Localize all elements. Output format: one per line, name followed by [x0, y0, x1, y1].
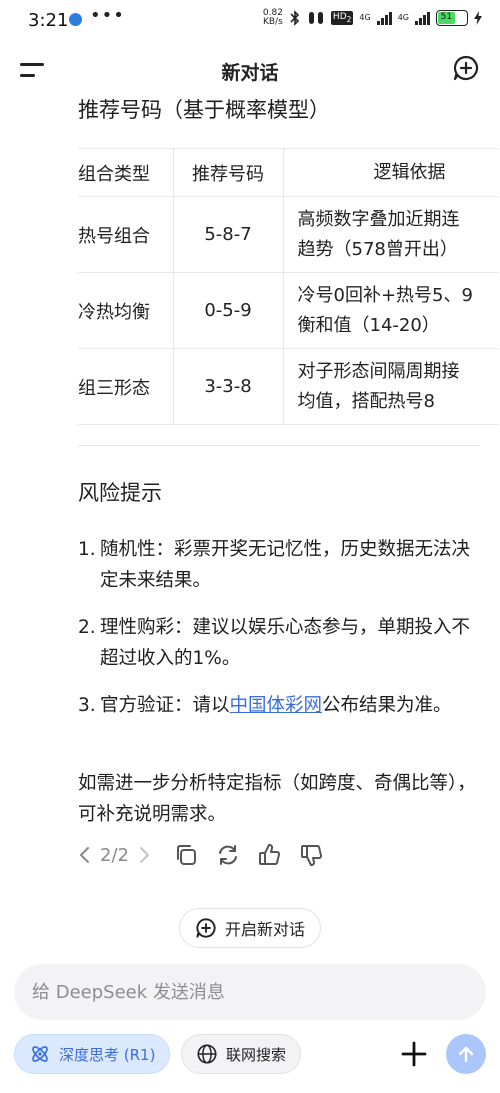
follow-up-text: 如需进一步分析特定指标（如跨度、奇偶比等），可补充说明需求。	[78, 773, 476, 825]
globe-icon	[197, 1044, 217, 1064]
new-chat-icon	[196, 918, 216, 938]
cell-type: 组三形态	[78, 348, 174, 425]
reason-line: 趋势（578曾开出）	[297, 238, 458, 260]
response-pager: 2/2	[100, 844, 129, 866]
new-chat-icon[interactable]	[452, 54, 480, 82]
column-header: 组合类型	[78, 148, 174, 197]
reason-line: 对子形态间隔周期接	[297, 360, 460, 382]
list-text: 公布结果为准。	[322, 695, 452, 716]
app-notification-icon	[69, 13, 82, 26]
risk-section-title: 风险提示	[78, 481, 162, 505]
table-header-row: 组合类型 推荐号码 逻辑依据	[78, 148, 498, 197]
atom-icon	[32, 1046, 48, 1062]
message-input-box[interactable]	[14, 964, 486, 1020]
status-bar: 3:21 ••• 0.82 KB/s HD2 4G 4G 51	[0, 0, 500, 44]
send-arrow-icon	[458, 1046, 474, 1063]
reason-line: 均值，搭配热号8	[297, 390, 435, 412]
cell-number: 0-5-9	[173, 272, 284, 349]
sim1-signal: 4G	[359, 14, 370, 22]
reason-line: 衡和值（14-20）	[297, 314, 440, 336]
copy-icon[interactable]	[173, 842, 199, 868]
battery-level: 51	[438, 12, 455, 24]
recommend-table: 组合类型 推荐号码 逻辑依据 热号组合 5-8-7 高频数字叠加近期连 趋势（5…	[78, 148, 498, 425]
list-number: 3.	[78, 695, 96, 716]
bluetooth-icon	[290, 10, 300, 26]
thumbs-up-icon[interactable]	[257, 842, 283, 868]
deep-think-toggle[interactable]: 深度思考 (R1)	[14, 1034, 171, 1074]
recommend-section-title: 推荐号码（基于概率模型）	[78, 98, 330, 122]
lottery-site-link[interactable]: 中国体彩网	[230, 695, 323, 716]
column-header: 逻辑依据	[283, 148, 498, 197]
network-speed-unit: KB/s	[262, 17, 283, 27]
table-row: 组三形态 3-3-8 对子形态间隔周期接 均值，搭配热号8	[78, 348, 498, 425]
hd-voice-icon: HD2	[330, 11, 354, 25]
list-item: 3. 官方验证：请以中国体彩网公布结果为准。	[78, 690, 478, 721]
sim1-signal-bars-icon	[376, 11, 392, 25]
refresh-icon[interactable]	[215, 842, 241, 868]
sim2-label: 4G	[397, 13, 409, 22]
list-item: 2. 理性购彩：建议以娱乐心态参与，单期投入不超过收入的1%。	[78, 612, 478, 674]
hd-sub: 2	[346, 14, 352, 24]
input-toolbar: 深度思考 (R1) 联网搜索	[14, 1034, 500, 1074]
deep-think-label: 深度思考 (R1)	[59, 1045, 156, 1064]
list-text: 理性购彩：建议以娱乐心态参与，单期投入不超过收入的1%。	[100, 617, 471, 669]
top-app-bar: 新对话	[0, 52, 500, 88]
web-search-toggle[interactable]: 联网搜索	[181, 1034, 302, 1074]
table-row: 热号组合 5-8-7 高频数字叠加近期连 趋势（578曾开出）	[78, 196, 498, 273]
web-search-label: 联网搜索	[226, 1045, 287, 1064]
cell-number: 5-8-7	[173, 196, 284, 273]
app-screen: 3:21 ••• 0.82 KB/s HD2 4G 4G 51 新对话 推荐号码…	[0, 0, 500, 1093]
reason-line: 冷号0回补+热号5、9	[297, 284, 473, 306]
battery-icon: 51	[436, 10, 468, 26]
page-title: 新对话	[221, 62, 279, 84]
reason-line: 高频数字叠加近期连	[297, 208, 460, 230]
column-header: 推荐号码	[173, 148, 284, 197]
cell-reason: 冷号0回补+热号5、9 衡和值（14-20）	[283, 272, 498, 349]
hd-label: HD	[332, 12, 347, 23]
cell-type: 冷热均衡	[78, 272, 174, 349]
risk-list: 1. 随机性：彩票开奖无记忆性，历史数据无法决定未来结果。 2. 理性购彩：建议…	[78, 534, 478, 737]
list-text: 随机性：彩票开奖无记忆性，历史数据无法决定未来结果。	[100, 539, 471, 591]
section-divider	[78, 445, 480, 446]
new-chat-label: 开启新对话	[224, 920, 305, 939]
cell-type: 热号组合	[78, 196, 174, 273]
sim2-signal: 4G	[398, 14, 409, 22]
charging-bolt-icon	[474, 11, 482, 25]
message-input[interactable]	[14, 964, 486, 1020]
message-actions: 2/2	[78, 840, 325, 870]
more-notifications-icon: •••	[90, 5, 125, 26]
cell-reason: 对子形态间隔周期接 均值，搭配热号8	[283, 348, 498, 425]
table-row: 冷热均衡 0-5-9 冷号0回补+热号5、9 衡和值（14-20）	[78, 272, 498, 349]
list-item: 1. 随机性：彩票开奖无记忆性，历史数据无法决定未来结果。	[78, 534, 478, 596]
send-button[interactable]	[446, 1034, 486, 1074]
earbuds-icon	[308, 12, 323, 24]
status-time: 3:21	[28, 10, 69, 31]
cell-number: 3-3-8	[173, 348, 284, 425]
list-number: 1.	[78, 539, 96, 560]
network-speed: 0.82 KB/s	[263, 9, 283, 27]
chevron-left-icon[interactable]	[78, 845, 92, 865]
plus-icon[interactable]	[398, 1038, 430, 1070]
cell-reason: 高频数字叠加近期连 趋势（578曾开出）	[283, 196, 498, 273]
sim1-label: 4G	[359, 13, 371, 22]
new-chat-button[interactable]: 开启新对话	[179, 908, 321, 948]
chevron-right-icon[interactable]	[137, 845, 151, 865]
list-number: 2.	[78, 617, 96, 638]
status-indicators: 0.82 KB/s HD2 4G 4G 51	[263, 9, 482, 27]
list-text: 官方验证：请以	[100, 695, 230, 716]
thumbs-down-icon[interactable]	[299, 842, 325, 868]
sim2-signal-bars-icon	[415, 11, 430, 25]
